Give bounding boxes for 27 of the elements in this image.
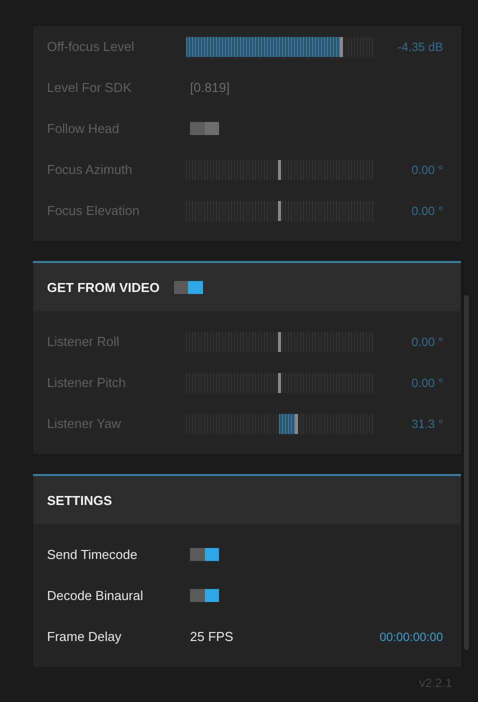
row-label: Focus Azimuth bbox=[47, 162, 134, 177]
scrollbar[interactable] bbox=[464, 295, 469, 650]
slider-value: 31.3 ° bbox=[410, 416, 443, 430]
value-text: [0.819] bbox=[190, 80, 231, 95]
slider[interactable] bbox=[186, 36, 374, 56]
row-label: Level For SDK bbox=[47, 80, 133, 95]
toggle-switch[interactable] bbox=[190, 548, 219, 561]
toggle-switch[interactable] bbox=[174, 280, 203, 294]
row-label: Follow Head bbox=[47, 121, 120, 136]
row-label: Frame Delay bbox=[47, 629, 122, 644]
row-label: Listener Yaw bbox=[47, 416, 122, 431]
section-title: SETTINGS bbox=[47, 492, 112, 508]
row-label: Decode Binaural bbox=[47, 588, 144, 603]
row-label: Listener Pitch bbox=[47, 375, 127, 390]
row-label: Send Timecode bbox=[47, 547, 138, 562]
slider-value: 0.00 ° bbox=[410, 204, 443, 218]
timecode-text: 00:00:00:00 bbox=[378, 630, 443, 644]
slider-value: 0.00 ° bbox=[410, 162, 443, 176]
row-label: Focus Elevation bbox=[47, 203, 140, 218]
slider-value: -4.35 dB bbox=[396, 40, 443, 54]
slider-value: 0.00 ° bbox=[410, 334, 443, 348]
row-label: Listener Roll bbox=[47, 334, 120, 349]
value-text: 25 FPS bbox=[190, 629, 234, 644]
row-label: Off-focus Level bbox=[47, 39, 136, 54]
toggle-switch[interactable] bbox=[190, 589, 219, 602]
section-title: GET FROM VIDEO bbox=[47, 280, 160, 294]
slider-value: 0.00 ° bbox=[410, 376, 443, 390]
